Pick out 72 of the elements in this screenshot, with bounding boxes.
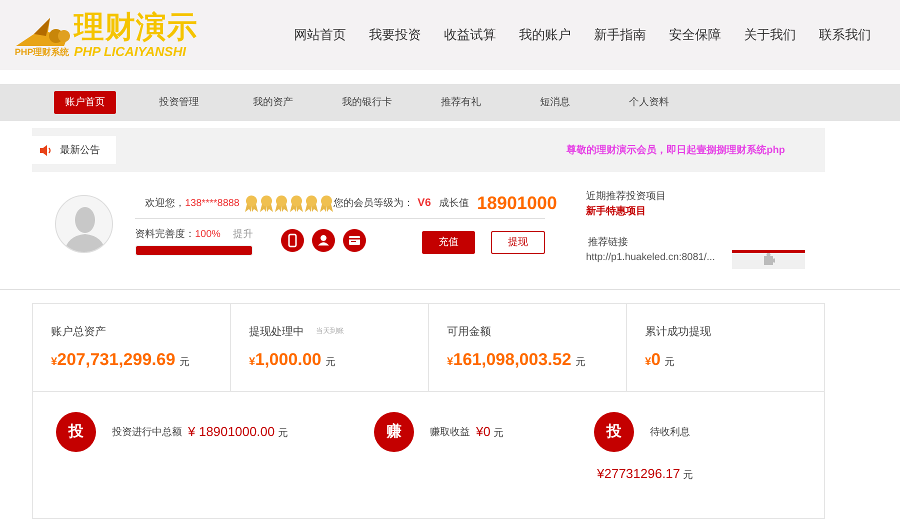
currency-sign: ¥ (645, 354, 652, 370)
withdraw-button[interactable]: 提现 (491, 231, 545, 254)
nav-link[interactable]: 我的账户 (519, 25, 571, 45)
logo-subtitle: PHP LICAIYANSHI (74, 44, 188, 58)
stat-label: 累计成功提现 (645, 325, 711, 340)
nav-link[interactable]: 关于我们 (744, 25, 796, 45)
welcome-text: 欢迎您， (145, 196, 185, 211)
unit-label: 元 (664, 356, 675, 370)
medal-icon (288, 194, 304, 212)
unit-label: 元 (683, 469, 694, 483)
growth-value: 18901000 (476, 192, 558, 215)
nav-link[interactable]: 我要投资 (369, 25, 421, 45)
stat-value: 207,731,299.69 (57, 348, 176, 370)
summary-badge: 投 (56, 412, 96, 452)
recommend-project-link[interactable]: 新手特惠项目 (586, 204, 805, 219)
medal-icon (244, 194, 258, 212)
recommend-link-label: 推荐链接 (588, 236, 629, 250)
stat-value: 1,000.00 (255, 348, 322, 370)
recharge-button[interactable]: 充值 (422, 231, 476, 254)
nav-link[interactable]: 网站首页 (294, 25, 346, 45)
subnav-tab[interactable]: 我的资产 (242, 91, 304, 114)
summary-value: ¥27731296.17 (597, 465, 680, 483)
level-label: 您的会员等级为： (334, 196, 414, 211)
puzzle-icon (762, 253, 774, 265)
phone-number: 138****8888 (185, 197, 240, 211)
summary-badge: 投 (594, 412, 634, 452)
stat-value: 161,098,003.52 (453, 348, 572, 370)
subnav-tab[interactable]: 个人资料 (618, 91, 680, 114)
growth-label: 成长值 (438, 196, 469, 211)
summary-label: 投资进行中总额 (112, 426, 182, 440)
stat-label: 账户总资产 (51, 324, 106, 340)
logo-tagline: PHP理财系统 (14, 48, 70, 56)
currency-sign: ¥ (249, 354, 256, 370)
recommend-title: 近期推荐投资项目 (586, 190, 667, 204)
medal-icon (318, 194, 334, 212)
completeness-value: 100% (195, 228, 221, 242)
currency-sign: ¥ (447, 354, 454, 370)
stat-value: 0 (651, 348, 661, 370)
nav-link[interactable]: 联系我们 (819, 25, 871, 45)
summary-label: 赚取收益 (430, 426, 470, 440)
logo-title: 理财演示 (74, 12, 198, 42)
subnav-tab[interactable]: 推荐有礼 (430, 91, 492, 114)
user-icon[interactable] (312, 229, 335, 252)
nav-link[interactable]: 新手指南 (594, 25, 646, 45)
summary-value: ¥ 18901000.00 (188, 423, 275, 442)
nav-link[interactable]: 安全保障 (669, 25, 721, 45)
unit-label: 元 (493, 427, 504, 442)
subnav-tab[interactable]: 我的银行卡 (336, 91, 398, 114)
notice-label: 最新公告 (60, 144, 100, 158)
subnav-tab[interactable]: 账户首页 (54, 91, 116, 114)
unit-label: 元 (325, 356, 336, 370)
medal-icon (274, 194, 288, 212)
subnav-tab[interactable]: 短消息 (524, 91, 586, 114)
unit-label: 元 (278, 427, 288, 442)
summary-value: ¥0 (476, 423, 490, 442)
nav-link[interactable]: 收益试算 (444, 25, 496, 45)
stat-label: 可用金额 (447, 324, 491, 340)
speaker-icon (40, 144, 52, 156)
subnav-tab[interactable]: 投资管理 (148, 91, 210, 114)
member-level: V6 (418, 196, 431, 212)
unit-label: 元 (179, 356, 190, 370)
stat-label: 提现处理中 (249, 325, 304, 340)
card-icon[interactable] (342, 229, 366, 252)
unit-label: 元 (575, 356, 586, 370)
phone-icon[interactable] (280, 229, 304, 252)
currency-sign: ¥ (51, 354, 58, 370)
notice-text: 尊敬的理财演示会员，即日起壹捌捌理财系统php (566, 143, 785, 158)
summary-label: 待收利息 (650, 426, 690, 440)
medal-icon (304, 194, 318, 212)
medal-icon (258, 194, 274, 212)
summary-badge: 赚 (374, 412, 414, 452)
completeness-label: 资料完善度： (135, 228, 195, 242)
